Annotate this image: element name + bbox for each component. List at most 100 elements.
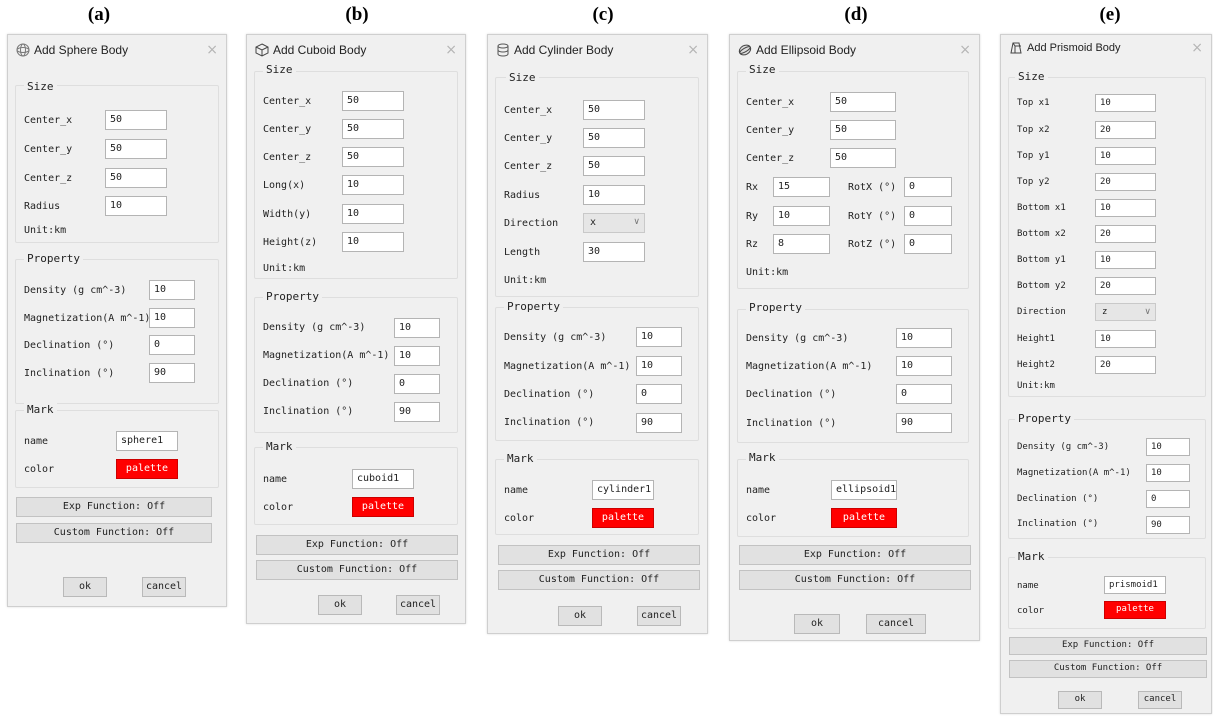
width-y-input[interactable]: 10	[342, 204, 404, 224]
magnetization-input[interactable]: 10	[394, 346, 440, 366]
declination-input[interactable]: 0	[394, 374, 440, 394]
center-x-input[interactable]: 50	[105, 110, 167, 130]
name-input[interactable]: ellipsoid1	[831, 480, 897, 500]
exp-function-button[interactable]: Exp Function: Off	[498, 545, 700, 565]
magnetization-input[interactable]: 10	[636, 356, 682, 376]
height1-input[interactable]: 10	[1095, 330, 1156, 348]
ok-button[interactable]: ok	[558, 606, 602, 626]
center-y-input[interactable]: 50	[105, 139, 167, 159]
ok-button[interactable]: ok	[63, 577, 107, 597]
rx-label: Rx	[746, 182, 759, 193]
length-input[interactable]: 30	[583, 242, 645, 262]
top-x1-label: Top x1	[1017, 98, 1050, 108]
center-y-label: Center_y	[504, 133, 553, 144]
top-y1-input[interactable]: 10	[1095, 147, 1156, 165]
close-icon[interactable]: ×	[959, 42, 971, 58]
density-input[interactable]: 10	[636, 327, 682, 347]
density-input[interactable]: 10	[896, 328, 952, 348]
panel-label-e: (e)	[1099, 4, 1121, 25]
top-x2-input[interactable]: 20	[1095, 121, 1156, 139]
name-input[interactable]: prismoid1	[1104, 576, 1166, 594]
cancel-button[interactable]: cancel	[142, 577, 186, 597]
ok-button[interactable]: ok	[318, 595, 362, 615]
palette-button[interactable]: palette	[116, 459, 178, 479]
declination-label: Declination (°)	[1017, 494, 1099, 504]
magnetization-input[interactable]: 10	[896, 356, 952, 376]
ok-button[interactable]: ok	[1058, 691, 1102, 709]
close-icon[interactable]: ×	[206, 42, 218, 58]
rz-input[interactable]: 8	[773, 234, 830, 254]
center-y-input[interactable]: 50	[583, 128, 645, 148]
declination-input[interactable]: 0	[149, 335, 195, 355]
center-x-input[interactable]: 50	[830, 92, 896, 112]
close-icon[interactable]: ×	[1191, 40, 1203, 56]
name-input[interactable]: cuboid1	[352, 469, 414, 489]
center-z-input[interactable]: 50	[830, 148, 896, 168]
rotx-input[interactable]: 0	[904, 177, 952, 197]
rx-input[interactable]: 15	[773, 177, 830, 197]
density-input[interactable]: 10	[1146, 438, 1190, 456]
exp-function-button[interactable]: Exp Function: Off	[739, 545, 971, 565]
inclination-input[interactable]: 90	[636, 413, 682, 433]
palette-button[interactable]: palette	[352, 497, 414, 517]
center-z-input[interactable]: 50	[342, 147, 404, 167]
center-z-input[interactable]: 50	[583, 156, 645, 176]
direction-select[interactable]: z ∨	[1095, 303, 1156, 321]
bottom-x1-input[interactable]: 10	[1095, 199, 1156, 217]
roty-input[interactable]: 0	[904, 206, 952, 226]
exp-function-button[interactable]: Exp Function: Off	[16, 497, 212, 517]
inclination-label: Inclination (°)	[24, 368, 115, 379]
cancel-button[interactable]: cancel	[396, 595, 440, 615]
ry-input[interactable]: 10	[773, 206, 830, 226]
close-icon[interactable]: ×	[445, 42, 457, 58]
center-x-input[interactable]: 50	[342, 91, 404, 111]
inclination-input[interactable]: 90	[896, 413, 952, 433]
palette-button[interactable]: palette	[1104, 601, 1166, 619]
inclination-input[interactable]: 90	[394, 402, 440, 422]
magnetization-input[interactable]: 10	[1146, 464, 1190, 482]
custom-function-button[interactable]: Custom Function: Off	[256, 560, 458, 580]
cancel-button[interactable]: cancel	[1138, 691, 1182, 709]
declination-input[interactable]: 0	[896, 384, 952, 404]
height2-input[interactable]: 20	[1095, 356, 1156, 374]
palette-button[interactable]: palette	[592, 508, 654, 528]
rotz-input[interactable]: 0	[904, 234, 952, 254]
long-x-input[interactable]: 10	[342, 175, 404, 195]
custom-function-button[interactable]: Custom Function: Off	[1009, 660, 1207, 678]
palette-button[interactable]: palette	[831, 508, 897, 528]
roty-label: RotY (°)	[848, 211, 897, 222]
bottom-x2-input[interactable]: 20	[1095, 225, 1156, 243]
exp-function-button[interactable]: Exp Function: Off	[1009, 637, 1207, 655]
radius-input[interactable]: 10	[105, 196, 167, 216]
height-z-input[interactable]: 10	[342, 232, 404, 252]
radius-input[interactable]: 10	[583, 185, 645, 205]
center-y-input[interactable]: 50	[342, 119, 404, 139]
bottom-y2-input[interactable]: 20	[1095, 277, 1156, 295]
direction-select[interactable]: x ∨	[583, 213, 645, 233]
center-x-input[interactable]: 50	[583, 100, 645, 120]
cancel-button[interactable]: cancel	[866, 614, 926, 634]
custom-function-button[interactable]: Custom Function: Off	[498, 570, 700, 590]
custom-function-button[interactable]: Custom Function: Off	[16, 523, 212, 543]
name-input[interactable]: sphere1	[116, 431, 178, 451]
inclination-input[interactable]: 90	[149, 363, 195, 383]
name-input[interactable]: cylinder1	[592, 480, 654, 500]
close-icon[interactable]: ×	[687, 42, 699, 58]
bottom-y1-input[interactable]: 10	[1095, 251, 1156, 269]
exp-function-button[interactable]: Exp Function: Off	[256, 535, 458, 555]
dialog-title: Add Sphere Body	[34, 43, 129, 57]
magnetization-input[interactable]: 10	[149, 308, 195, 328]
density-input[interactable]: 10	[149, 280, 195, 300]
inclination-input[interactable]: 90	[1146, 516, 1190, 534]
declination-input[interactable]: 0	[636, 384, 682, 404]
cancel-button[interactable]: cancel	[637, 606, 681, 626]
custom-function-button[interactable]: Custom Function: Off	[739, 570, 971, 590]
ok-button[interactable]: ok	[794, 614, 840, 634]
top-y2-input[interactable]: 20	[1095, 173, 1156, 191]
center-y-input[interactable]: 50	[830, 120, 896, 140]
density-input[interactable]: 10	[394, 318, 440, 338]
property-group-title: Property	[746, 301, 805, 314]
declination-input[interactable]: 0	[1146, 490, 1190, 508]
center-z-input[interactable]: 50	[105, 168, 167, 188]
top-x1-input[interactable]: 10	[1095, 94, 1156, 112]
